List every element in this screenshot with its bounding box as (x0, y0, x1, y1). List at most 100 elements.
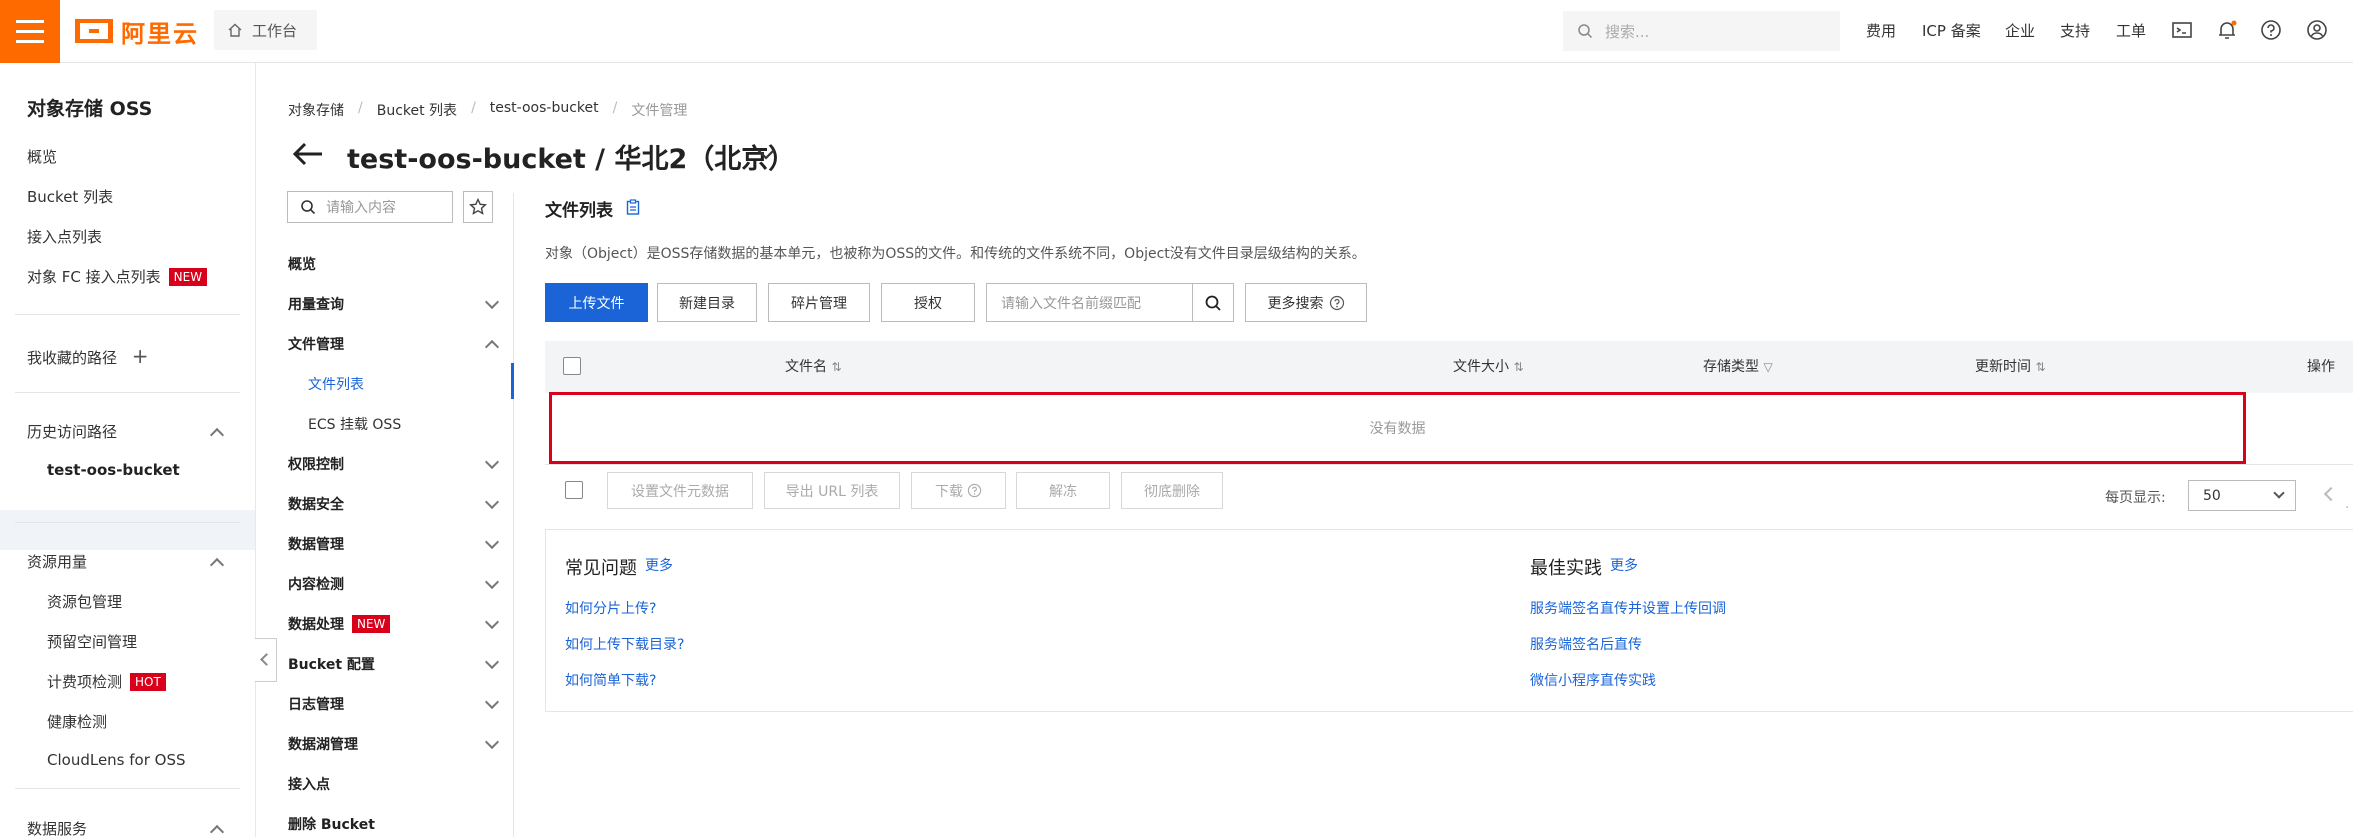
sidebar-item-billing-check[interactable]: 计费项检测 HOT (47, 671, 166, 692)
sidebar-item-fc-access-points[interactable]: 对象 FC 接入点列表 NEW (27, 266, 208, 287)
subnav-item-permission[interactable]: 权限控制 (288, 454, 344, 474)
sidebar-collapse-button[interactable] (255, 638, 277, 682)
bulk-select-checkbox[interactable] (565, 481, 583, 499)
faq-link-simple-download[interactable]: 如何简单下载? (565, 670, 656, 690)
empty-table-placeholder: 没有数据 (549, 392, 2246, 464)
chevron-up-icon[interactable] (209, 427, 225, 443)
chevron-up-icon[interactable] (484, 339, 500, 355)
sidebar-item-bucket-list[interactable]: Bucket 列表 (27, 186, 113, 207)
divider (15, 522, 240, 523)
sidebar-item-health-check[interactable]: 健康检测 (47, 711, 107, 732)
set-metadata-button[interactable]: 设置文件元数据 (607, 472, 753, 509)
user-icon[interactable] (2306, 19, 2328, 41)
chevron-down-icon[interactable] (484, 534, 500, 550)
best-practice-link-signed-upload[interactable]: 服务端签名后直传 (1530, 634, 1642, 654)
subnav-item-data-management[interactable]: 数据管理 (288, 534, 344, 554)
hamburger-menu-button[interactable] (0, 0, 60, 63)
subnav-item-ecs-mount[interactable]: ECS 挂载 OSS (308, 414, 401, 434)
plus-icon[interactable]: + (132, 344, 149, 368)
authorize-button[interactable]: 授权 (881, 283, 975, 322)
favorite-button[interactable] (463, 191, 493, 223)
download-button[interactable]: 下载 (911, 472, 1006, 509)
faq-link-multipart[interactable]: 如何分片上传? (565, 598, 656, 618)
chevron-down-icon[interactable] (756, 147, 776, 161)
sidebar-item-cloudlens[interactable]: CloudLens for OSS (47, 751, 186, 769)
subnav-item-delete-bucket[interactable]: 删除 Bucket (288, 814, 375, 834)
breadcrumb-separator: / (358, 100, 363, 116)
sidebar-item-reserved-space[interactable]: 预留空间管理 (47, 631, 137, 652)
aliyun-logo[interactable]: 阿里云 (75, 16, 199, 48)
chevron-down-icon[interactable] (484, 694, 500, 710)
workbench-button[interactable]: 工作台 (214, 10, 317, 50)
top-link-support[interactable]: 支持 (2060, 20, 2090, 41)
subnav-search-input[interactable]: 请输入内容 (287, 191, 453, 223)
pagination-prev-icon[interactable] (2323, 486, 2339, 502)
column-header-size[interactable]: 文件大小 ⇅ (1453, 356, 1524, 376)
top-link-billing[interactable]: 费用 (1866, 20, 1896, 41)
back-arrow-icon[interactable] (292, 141, 324, 167)
upload-file-button[interactable]: 上传文件 (545, 283, 648, 322)
fragment-management-button[interactable]: 碎片管理 (768, 283, 870, 322)
column-header-storage-class[interactable]: 存储类型 ▽ (1703, 356, 1773, 376)
global-search-input[interactable]: 搜索... (1563, 11, 1840, 51)
clipboard-icon[interactable] (626, 199, 640, 215)
sidebar-item-access-points[interactable]: 接入点列表 (27, 226, 102, 247)
sidebar-item-resource-packages[interactable]: 资源包管理 (47, 591, 122, 612)
terminal-icon[interactable] (2171, 19, 2193, 41)
subnav-divider (513, 193, 514, 837)
subnav-item-data-lake[interactable]: 数据湖管理 (288, 734, 358, 754)
sidebar-section-history[interactable]: 历史访问路径 (27, 421, 117, 442)
chevron-down-icon[interactable] (484, 494, 500, 510)
subnav-item-bucket-config[interactable]: Bucket 配置 (288, 654, 375, 674)
chevron-down-icon[interactable] (484, 294, 500, 310)
subnav-item-usage[interactable]: 用量查询 (288, 294, 344, 314)
top-link-icp[interactable]: ICP 备案 (1922, 20, 1981, 41)
best-practice-link-callback[interactable]: 服务端签名直传并设置上传回调 (1530, 598, 1726, 618)
file-prefix-search-input[interactable]: 请输入文件名前缀匹配 (986, 283, 1193, 322)
breadcrumb-item[interactable]: 对象存储 (288, 100, 344, 120)
chevron-down-icon[interactable] (484, 654, 500, 670)
sidebar-item-overview[interactable]: 概览 (27, 146, 57, 167)
sidebar-section-data-service[interactable]: 数据服务 (27, 818, 87, 839)
subnav-item-overview[interactable]: 概览 (288, 254, 316, 274)
subnav-item-security[interactable]: 数据安全 (288, 494, 344, 514)
subnav-item-access-point[interactable]: 接入点 (288, 774, 330, 794)
chevron-down-icon[interactable] (484, 454, 500, 470)
subnav-item-content-check[interactable]: 内容检测 (288, 574, 344, 594)
permanent-delete-button[interactable]: 彻底删除 (1121, 472, 1223, 509)
sidebar-item-favorites[interactable]: 我收藏的路径 + (27, 344, 149, 368)
chevron-down-icon[interactable] (484, 734, 500, 750)
breadcrumb-item[interactable]: Bucket 列表 (377, 100, 457, 120)
top-link-ticket[interactable]: 工单 (2116, 20, 2146, 41)
best-practice-link-wechat[interactable]: 微信小程序直传实践 (1530, 670, 1656, 690)
home-icon (228, 23, 242, 37)
chevron-down-icon[interactable] (484, 614, 500, 630)
best-practice-more-link[interactable]: 更多 (1610, 555, 1638, 575)
file-search-button[interactable] (1193, 283, 1234, 322)
select-all-checkbox[interactable] (563, 357, 581, 375)
new-directory-button[interactable]: 新建目录 (657, 283, 757, 322)
breadcrumb-item[interactable]: test-oos-bucket (490, 100, 599, 120)
subnav-item-file-management[interactable]: 文件管理 (288, 334, 344, 354)
column-header-filename[interactable]: 文件名 ⇅ (785, 356, 842, 376)
faq-link-directory[interactable]: 如何上传下载目录? (565, 634, 684, 654)
more-search-button[interactable]: 更多搜索 (1245, 283, 1367, 322)
export-url-list-button[interactable]: 导出 URL 列表 (764, 472, 900, 509)
column-header-updated[interactable]: 更新时间 ⇅ (1975, 356, 2046, 376)
divider (15, 392, 240, 393)
chevron-down-icon[interactable] (484, 574, 500, 590)
sidebar-section-resource-usage[interactable]: 资源用量 (27, 551, 87, 572)
subnav-item-log-management[interactable]: 日志管理 (288, 694, 344, 714)
brand-name: 阿里云 (121, 19, 199, 48)
sidebar-item-history-bucket[interactable]: test-oos-bucket (47, 461, 180, 479)
restore-button[interactable]: 解冻 (1016, 472, 1110, 509)
per-page-select[interactable]: 50 (2188, 480, 2296, 511)
bell-icon[interactable] (2216, 19, 2238, 41)
top-link-enterprise[interactable]: 企业 (2005, 20, 2035, 41)
help-circle-icon (1329, 295, 1344, 310)
subnav-item-file-list[interactable]: 文件列表 (308, 374, 364, 394)
help-icon[interactable] (2260, 19, 2282, 41)
chevron-up-icon[interactable] (209, 557, 225, 573)
faq-more-link[interactable]: 更多 (645, 555, 673, 575)
subnav-item-data-processing[interactable]: 数据处理 NEW (288, 614, 391, 634)
